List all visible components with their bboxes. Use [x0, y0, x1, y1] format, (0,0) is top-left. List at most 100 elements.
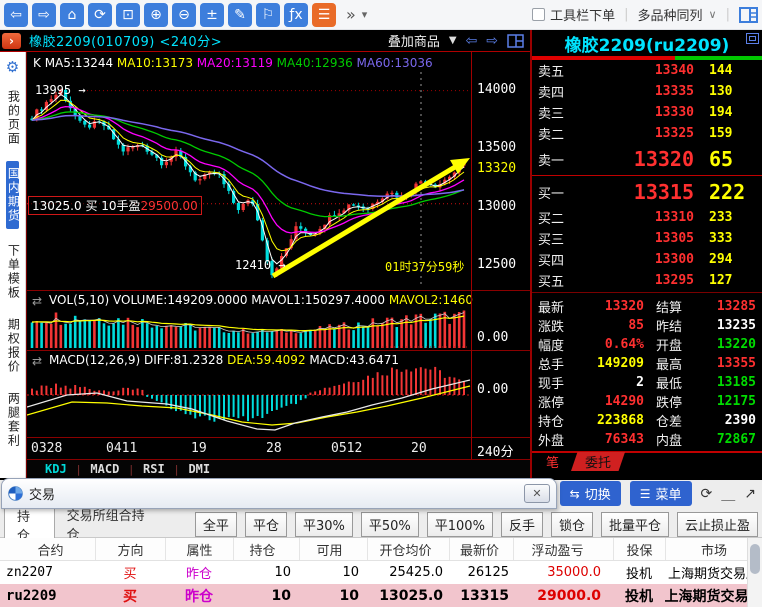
position-line-label[interactable]: 13025.0 买 10手盈29500.00 — [28, 196, 202, 215]
trade-window-titlebar[interactable]: 交易 ✕ — [1, 478, 557, 509]
chevron-down-icon: ∨ — [708, 8, 717, 21]
ask-level-row[interactable]: 卖四 13335 130 — [532, 81, 762, 102]
toolbar-more-icon[interactable]: » — [346, 5, 356, 24]
region-select-button[interactable]: ⊡ — [116, 2, 140, 27]
op-button-反手[interactable]: 反手 — [500, 512, 543, 537]
cell: 10 — [274, 565, 291, 580]
tab-macd[interactable]: MACD — [80, 462, 129, 476]
main-toolbar: ⇦ ⇨ ⌂ ⟳ ⊡ ⊕ ⊖ ± ✎ ⚐ ƒx ☰ » ▾ 工具栏下单 | 多品种同列 ∨ | — [0, 0, 762, 30]
column-header[interactable]: 可用 — [299, 538, 367, 560]
ask-level-row[interactable]: 卖三 13330 194 — [532, 102, 762, 123]
column-header[interactable]: 开仓均价 — [367, 538, 449, 560]
forward-button[interactable]: ⇨ — [32, 2, 56, 27]
chart-symbol-title: 橡胶2209(010709) <240分> — [29, 35, 223, 50]
quote-tabs: 笔委托 — [532, 451, 762, 471]
candlestick-chart[interactable] — [27, 52, 471, 291]
bid-level-row[interactable]: 买一 13315 222 — [532, 177, 762, 207]
sidebar-item-我的页面[interactable]: 我的页面 — [6, 87, 20, 149]
op-button-批量平仓[interactable]: 批量平仓 — [600, 512, 669, 537]
switch-button[interactable]: ⇆ 切换 — [559, 481, 621, 506]
close-button[interactable]: ✕ — [524, 484, 550, 503]
toolbar-order-checkbox[interactable]: 工具栏下单 — [532, 5, 615, 24]
period-label[interactable]: 240分 — [477, 441, 513, 460]
quote-tab-笔[interactable]: 笔 — [540, 452, 565, 471]
table-row[interactable]: ru2209 买昨仓 10 10 13025.0 13315 29000.0 投机 上海期货交易… — [0, 584, 762, 607]
bid-level-row[interactable]: 买二 13310 233 — [532, 207, 762, 228]
toolbar-separator: | — [624, 7, 629, 22]
op-button-平50%[interactable]: 平50% — [360, 512, 419, 537]
zoom-out-button[interactable]: ⊖ — [172, 2, 196, 27]
draw-line-button[interactable]: ✎ — [228, 2, 252, 27]
ask-level-row[interactable]: 卖二 13325 159 — [532, 123, 762, 144]
formula-button[interactable]: ƒx — [284, 2, 308, 27]
op-button-全平[interactable]: 全平 — [194, 512, 237, 537]
op-button-平30%[interactable]: 平30% — [294, 512, 353, 537]
stat-value: 223868 — [597, 413, 644, 428]
indicator-params-button[interactable]: ± — [200, 2, 224, 27]
column-header[interactable]: 浮动盈亏 — [513, 538, 613, 560]
tab-rsi[interactable]: RSI — [133, 462, 175, 476]
bid-level-row[interactable]: 买三 13305 333 — [532, 228, 762, 249]
price-axis[interactable]: 14000 13500 13320 13000 12500 0.00 0.00 240分 — [471, 52, 531, 460]
axis-label: 13320 — [477, 161, 517, 176]
restore-window-icon[interactable] — [746, 33, 759, 44]
quote-tab-委托[interactable]: 委托 — [571, 452, 626, 471]
bid-level-row[interactable]: 买五 13295 127 — [532, 270, 762, 291]
grid-layout-icon[interactable] — [507, 33, 524, 48]
op-button-云止损止盈[interactable]: 云止损止盈 — [676, 512, 758, 537]
scrollbar-thumb[interactable] — [750, 544, 760, 574]
overlay-symbol-button[interactable]: 叠加商品 — [388, 31, 440, 50]
tab-kdj[interactable]: KDJ — [35, 462, 77, 476]
checkbox-icon[interactable] — [532, 8, 546, 21]
expand-icon[interactable]: ↗ — [744, 486, 756, 502]
minimize-icon[interactable]: ＿ — [721, 484, 735, 504]
column-header[interactable]: 属性 — [165, 538, 233, 560]
quote-list-button[interactable]: ☰ — [312, 2, 336, 27]
prev-symbol-icon[interactable]: ⇦ — [466, 33, 478, 49]
zoom-in-button[interactable]: ⊕ — [144, 2, 168, 27]
stat-row: 外盘 76343 内盘 72867 — [538, 430, 756, 449]
next-symbol-icon[interactable]: ⇨ — [486, 33, 498, 49]
stat-row: 最新 13320 结算 13285 — [538, 297, 756, 316]
column-header[interactable]: 合约 — [0, 538, 95, 560]
stat-label: 最低 — [656, 377, 683, 392]
op-button-平仓[interactable]: 平仓 — [244, 512, 287, 537]
back-button[interactable]: ⇦ — [4, 2, 28, 27]
expand-panel-button[interactable]: › — [2, 32, 21, 49]
stat-label: 最高 — [656, 358, 683, 373]
column-header[interactable]: 持仓 — [233, 538, 299, 560]
mark-flag-button[interactable]: ⚐ — [256, 2, 280, 27]
ask-level-row[interactable]: 卖一 13320 65 — [532, 144, 762, 174]
column-header[interactable]: 投保 — [613, 538, 665, 560]
home-button[interactable]: ⌂ — [60, 2, 84, 27]
stat-value: 13185 — [716, 375, 756, 390]
overlay-caret-icon[interactable]: ▼ — [449, 35, 457, 46]
table-row[interactable]: zn2207 买昨仓 10 10 25425.0 26125 35000.0 投机 上海期货交易… — [0, 561, 762, 584]
swap-indicator-icon[interactable]: ⇄ — [32, 294, 42, 308]
stat-label: 开盘 — [656, 339, 683, 354]
sidebar-item-期权报价[interactable]: 期权报价 — [6, 315, 20, 377]
tab-dmi[interactable]: DMI — [178, 462, 220, 476]
gear-icon[interactable]: ⚙ — [6, 60, 19, 75]
bid-level-row[interactable]: 买四 13300 294 — [532, 249, 762, 270]
multi-symbol-dropdown[interactable]: 多品种同列 ∨ — [638, 5, 717, 24]
sidebar-item-国内期货[interactable]: 国内期货 — [5, 161, 20, 229]
swap-indicator-icon[interactable]: ⇄ — [32, 354, 42, 368]
op-button-锁仓[interactable]: 锁仓 — [550, 512, 593, 537]
column-header[interactable]: 方向 — [95, 538, 165, 560]
column-header[interactable]: 最新价 — [449, 538, 513, 560]
op-button-平100%[interactable]: 平100% — [426, 512, 493, 537]
refresh-button[interactable]: ⟳ — [88, 2, 112, 27]
low-price-label: 12410 → — [235, 258, 286, 272]
ask-label: 卖三 — [538, 107, 565, 122]
menu-button[interactable]: ☰ 菜单 — [629, 481, 692, 506]
table-scrollbar[interactable] — [747, 538, 762, 607]
refresh-icon[interactable]: ⟳ — [701, 486, 713, 502]
toolbar-dropdown-icon[interactable]: ▾ — [362, 8, 368, 21]
stat-value: 72867 — [716, 432, 756, 447]
toolbar-separator: | — [725, 7, 730, 22]
sidebar-item-下单模板[interactable]: 下单模板 — [6, 241, 20, 303]
ask-level-row[interactable]: 卖五 13340 144 — [532, 60, 762, 81]
sidebar-item-两腿套利[interactable]: 两腿套利 — [6, 389, 20, 451]
split-layout-icon[interactable] — [739, 6, 758, 23]
